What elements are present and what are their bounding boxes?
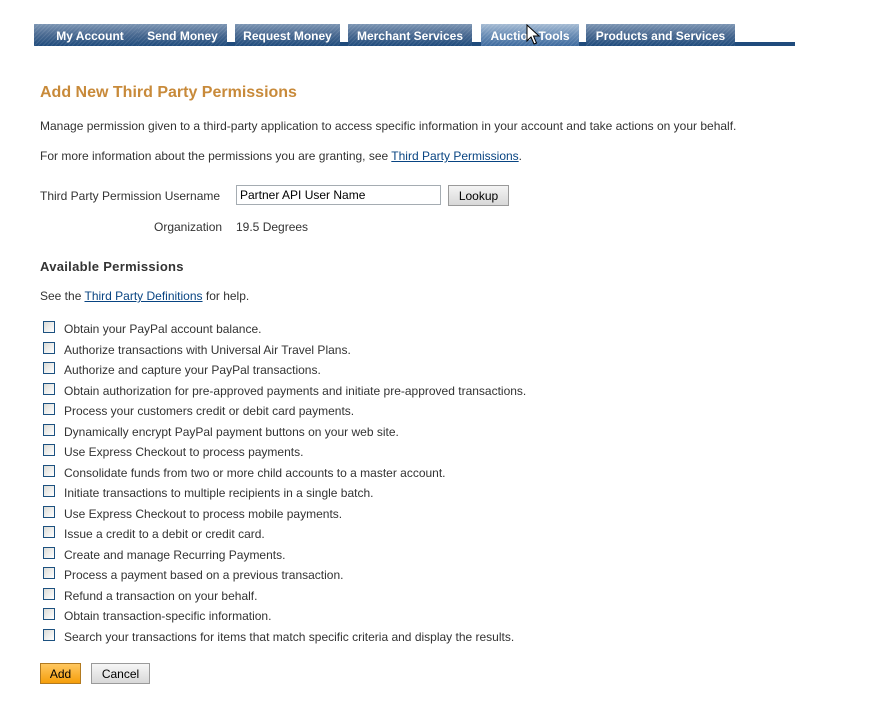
permissions-list: Obtain your PayPal account balance. Auth…	[43, 319, 526, 647]
permission-label: Issue a credit to a debit or credit card…	[64, 527, 265, 542]
permission-item: Create and manage Recurring Payments.	[43, 545, 526, 566]
permission-label: Process your customers credit or debit c…	[64, 404, 355, 419]
permission-checkbox[interactable]	[43, 505, 55, 518]
cancel-button[interactable]: Cancel	[91, 663, 150, 684]
permission-item: Obtain your PayPal account balance.	[43, 319, 526, 340]
permission-label: Use Express Checkout to process mobile p…	[64, 506, 343, 521]
more-info-prefix: For more information about the permissio…	[40, 149, 392, 163]
available-permissions-heading: Available Permissions	[40, 259, 184, 274]
lookup-button[interactable]: Lookup	[448, 185, 509, 206]
permission-checkbox[interactable]	[43, 362, 55, 375]
permission-checkbox[interactable]	[43, 423, 55, 436]
page-title: Add New Third Party Permissions	[40, 84, 297, 101]
mouse-pointer-icon	[526, 24, 540, 45]
main-nav-tabs: My Account Send Money Request Money Merc…	[34, 24, 795, 46]
permission-item: Use Express Checkout to process mobile p…	[43, 504, 526, 525]
add-button[interactable]: Add	[40, 663, 81, 684]
tab-products-and-services[interactable]: Products and Services	[586, 24, 735, 46]
permission-item: Dynamically encrypt PayPal payment butto…	[43, 422, 526, 443]
tab-send-money[interactable]: Send Money	[138, 24, 227, 46]
permission-label: Create and manage Recurring Payments.	[64, 547, 286, 562]
permission-checkbox[interactable]	[43, 464, 55, 477]
username-label: Third Party Permission Username	[40, 189, 221, 203]
help-prefix: See the	[40, 289, 85, 303]
permission-label: Authorize transactions with Universal Ai…	[64, 342, 351, 357]
tab-merchant-services[interactable]: Merchant Services	[348, 24, 472, 46]
permission-checkbox[interactable]	[43, 341, 55, 354]
definitions-help-text: See the Third Party Definitions for help…	[40, 289, 249, 303]
permission-item: Search your transactions for items that …	[43, 627, 526, 648]
permission-checkbox[interactable]	[43, 382, 55, 395]
permission-checkbox[interactable]	[43, 567, 55, 580]
third-party-definitions-link[interactable]: Third Party Definitions	[84, 289, 202, 303]
permission-checkbox[interactable]	[43, 587, 55, 600]
organization-value: 19.5 Degrees	[236, 220, 309, 234]
tab-my-account[interactable]: My Account	[34, 24, 138, 46]
permission-checkbox[interactable]	[43, 546, 55, 559]
permission-label: Consolidate funds from two or more child…	[64, 465, 446, 480]
username-input[interactable]: Partner API User Name	[236, 185, 441, 205]
permission-item: Authorize and capture your PayPal transa…	[43, 360, 526, 381]
help-suffix: for help.	[202, 289, 250, 303]
permission-label: Obtain transaction-specific information.	[64, 609, 272, 624]
permission-label: Refund a transaction on your behalf.	[64, 588, 258, 603]
more-info-text: For more information about the permissio…	[40, 149, 522, 163]
permission-checkbox[interactable]	[43, 403, 55, 416]
permission-item: Refund a transaction on your behalf.	[43, 586, 526, 607]
permission-item: Authorize transactions with Universal Ai…	[43, 340, 526, 361]
organization-label: Organization	[154, 220, 223, 234]
permission-checkbox[interactable]	[43, 628, 55, 641]
permission-checkbox[interactable]	[43, 444, 55, 457]
permission-label: Obtain your PayPal account balance.	[64, 322, 262, 337]
permission-label: Obtain authorization for pre-approved pa…	[64, 383, 527, 398]
third-party-permissions-link[interactable]: Third Party Permissions	[391, 149, 518, 163]
permission-label: Initiate transactions to multiple recipi…	[64, 486, 374, 501]
permission-item: Obtain transaction-specific information.	[43, 606, 526, 627]
permission-label: Use Express Checkout to process payments…	[64, 445, 304, 460]
permission-checkbox[interactable]	[43, 321, 55, 334]
permission-item: Process a payment based on a previous tr…	[43, 565, 526, 586]
permission-item: Issue a credit to a debit or credit card…	[43, 524, 526, 545]
permission-item: Obtain authorization for pre-approved pa…	[43, 381, 526, 402]
permission-label: Search your transactions for items that …	[64, 629, 515, 644]
tab-request-money[interactable]: Request Money	[235, 24, 340, 46]
more-info-suffix: .	[518, 149, 523, 163]
permission-item: Initiate transactions to multiple recipi…	[43, 483, 526, 504]
permission-checkbox[interactable]	[43, 526, 55, 539]
permission-item: Use Express Checkout to process payments…	[43, 442, 526, 463]
permission-label: Process a payment based on a previous tr…	[64, 568, 344, 583]
permission-item: Process your customers credit or debit c…	[43, 401, 526, 422]
permission-checkbox[interactable]	[43, 485, 55, 498]
permission-label: Dynamically encrypt PayPal payment butto…	[64, 424, 399, 439]
permission-label: Authorize and capture your PayPal transa…	[64, 363, 321, 378]
page-description: Manage permission given to a third-party…	[40, 119, 737, 133]
permission-item: Consolidate funds from two or more child…	[43, 463, 526, 484]
permission-checkbox[interactable]	[43, 608, 55, 621]
